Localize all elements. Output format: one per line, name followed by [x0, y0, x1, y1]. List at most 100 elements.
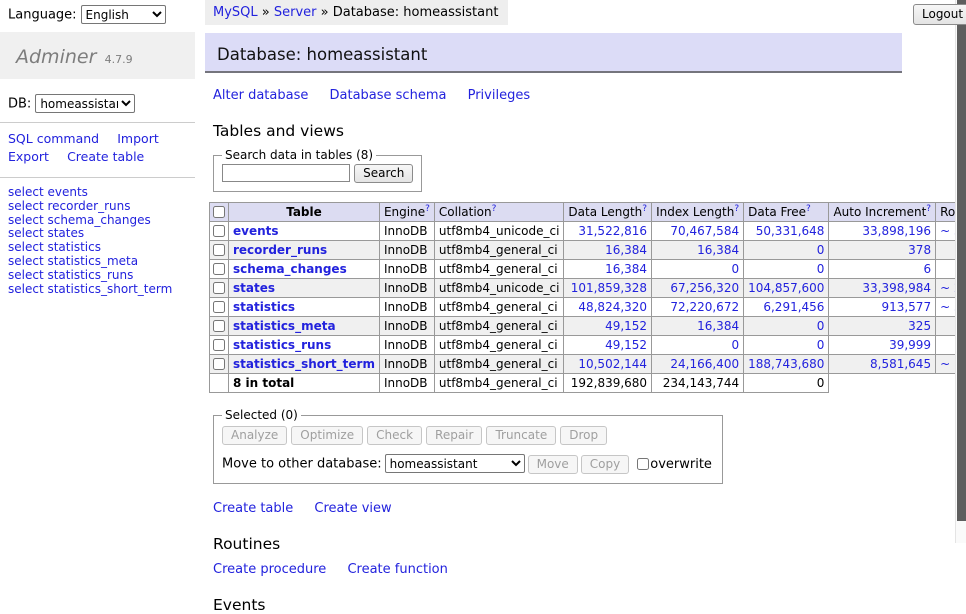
create-link-create-view[interactable]: Create view	[314, 501, 391, 516]
selected-fieldset: Selected (0) AnalyzeOptimizeCheckRepairT…	[213, 408, 723, 484]
total-empty-cell	[210, 374, 229, 393]
table-row: states InnoDButf8mb4_unicode_ci101,859,32…	[210, 279, 966, 298]
row-checkbox-statistics-meta[interactable]	[213, 320, 225, 332]
table-link-statistics-short-term[interactable]: statistics_short_term	[233, 357, 375, 371]
row-checkbox-states[interactable]	[213, 282, 225, 294]
repair-button[interactable]: Repair	[426, 426, 482, 445]
table-link-statistics-runs[interactable]: statistics_runs	[233, 338, 331, 352]
sidebar-link-import[interactable]: Import	[117, 131, 159, 146]
row-checkbox-statistics[interactable]	[213, 301, 225, 313]
collation-cell: utf8mb4_general_ci	[434, 355, 564, 374]
table-name-cell: states	[229, 279, 380, 298]
db-action-link-privileges[interactable]: Privileges	[468, 88, 531, 103]
table-link-recorder-runs[interactable]: recorder_runs	[233, 243, 327, 257]
truncate-button[interactable]: Truncate	[486, 426, 556, 445]
sidebar-link-select-recorder-runs[interactable]: select recorder_runs	[8, 199, 131, 213]
language-select[interactable]: English	[81, 5, 166, 24]
engine-cell: InnoDB	[379, 279, 434, 298]
help-icon[interactable]: ?	[425, 204, 430, 214]
overwrite-checkbox[interactable]	[637, 458, 649, 470]
collation-cell: utf8mb4_unicode_ci	[434, 279, 564, 298]
sidebar-link-create-table[interactable]: Create table	[67, 149, 144, 164]
optimize-button[interactable]: Optimize	[291, 426, 363, 445]
sidebar-link-select-statistics[interactable]: select statistics	[8, 240, 101, 254]
routine-link-create-function[interactable]: Create function	[347, 562, 447, 577]
sidebar-link-select-schema-changes[interactable]: select schema_changes	[8, 213, 151, 227]
row-checkbox-cell	[210, 260, 229, 279]
logout-button[interactable]: Logout	[913, 4, 966, 25]
sidebar-link-select-statistics-short-term[interactable]: select statistics_short_term	[8, 282, 172, 296]
table-link-states[interactable]: states	[233, 281, 275, 295]
breadcrumb-link-server[interactable]: Server	[274, 5, 317, 20]
row-checkbox-statistics-short-term[interactable]	[213, 358, 225, 370]
search-button[interactable]: Search	[354, 164, 413, 183]
auto-increment-cell: 39,999	[829, 336, 936, 355]
breadcrumb: MySQL » Server » Database: homeassistant	[205, 0, 508, 25]
table-link-statistics[interactable]: statistics	[233, 300, 295, 314]
db-action-link-alter-database[interactable]: Alter database	[213, 88, 308, 103]
help-icon[interactable]: ?	[926, 204, 931, 214]
create-link-create-table[interactable]: Create table	[213, 501, 293, 516]
table-link-schema-changes[interactable]: schema_changes	[233, 262, 347, 276]
select-all-checkbox[interactable]	[213, 206, 225, 218]
table-link-events[interactable]: events	[233, 224, 279, 238]
tables-heading: Tables and views	[213, 122, 902, 140]
app-version: 4.7.9	[105, 53, 133, 66]
move-button[interactable]: Move	[528, 455, 578, 474]
collation-cell: utf8mb4_general_ci	[434, 241, 564, 260]
data-length-cell: 48,824,320	[564, 298, 652, 317]
help-icon[interactable]: ?	[492, 204, 497, 214]
check-button[interactable]: Check	[367, 426, 422, 445]
sidebar-link-export[interactable]: Export	[8, 149, 49, 164]
database-action-links: Alter database Database schema Privilege…	[213, 88, 902, 103]
data-free-cell: 104,857,600	[744, 279, 829, 298]
language-row: Language:English	[0, 0, 195, 24]
row-checkbox-recorder-runs[interactable]	[213, 244, 225, 256]
help-icon[interactable]: ?	[806, 204, 811, 214]
column-header-engine: Engine?	[379, 203, 434, 222]
copy-button[interactable]: Copy	[581, 455, 629, 474]
db-select[interactable]: homeassistant	[35, 94, 135, 113]
auto-increment-cell: 378	[829, 241, 936, 260]
row-checkbox-statistics-runs[interactable]	[213, 339, 225, 351]
sidebar-table-list: select eventsselect recorder_runsselect …	[0, 178, 195, 296]
page-scrollbar[interactable]	[955, 0, 966, 543]
column-header-data-length: Data Length?	[564, 203, 652, 222]
db-action-link-database-schema[interactable]: Database schema	[330, 88, 447, 103]
search-input[interactable]	[222, 164, 350, 182]
drop-button[interactable]: Drop	[560, 426, 607, 445]
breadcrumb-link-mysql[interactable]: MySQL	[213, 5, 258, 20]
auto-increment-cell: 325	[829, 317, 936, 336]
breadcrumb-separator: »	[317, 5, 333, 20]
scrollbar-thumb[interactable]	[957, 0, 966, 521]
help-icon[interactable]: ?	[642, 204, 647, 214]
engine-cell: InnoDB	[379, 336, 434, 355]
breadcrumb-separator: »	[258, 5, 274, 20]
sidebar-menu: SQL command Import Export Create table	[0, 123, 190, 168]
table-link-statistics-meta[interactable]: statistics_meta	[233, 319, 336, 333]
row-checkbox-events[interactable]	[213, 225, 225, 237]
sidebar-link-select-states[interactable]: select states	[8, 226, 84, 240]
table-row: eventsInnoDButf8mb4_unicode_ci31,522,816…	[210, 222, 966, 241]
help-icon[interactable]: ?	[734, 204, 739, 214]
column-header-index-length: Index Length?	[652, 203, 744, 222]
sidebar-link-select-statistics-meta[interactable]: select statistics_meta	[8, 254, 138, 268]
total-collation-cell: utf8mb4_general_ci	[434, 374, 564, 393]
data-length-cell: 101,859,328	[564, 279, 652, 298]
row-checkbox-cell	[210, 222, 229, 241]
data-free-cell: 0	[744, 336, 829, 355]
column-header-collation: Collation?	[434, 203, 564, 222]
main-content: MySQL » Server » Database: homeassistant…	[205, 0, 902, 614]
column-header-table: Table	[229, 203, 380, 222]
sidebar-link-select-statistics-runs[interactable]: select statistics_runs	[8, 268, 133, 282]
sidebar-link-sql-command[interactable]: SQL command	[8, 131, 99, 146]
page-title: Database: homeassistant	[205, 33, 902, 73]
analyze-button[interactable]: Analyze	[222, 426, 287, 445]
index-length-cell: 70,467,584	[652, 222, 744, 241]
table-name-cell: statistics_runs	[229, 336, 380, 355]
move-database-select[interactable]: homeassistant	[385, 454, 525, 473]
sidebar-link-select-events[interactable]: select events	[8, 185, 88, 199]
row-checkbox-schema-changes[interactable]	[213, 263, 225, 275]
data-free-cell: 0	[744, 317, 829, 336]
routine-link-create-procedure[interactable]: Create procedure	[213, 562, 326, 577]
